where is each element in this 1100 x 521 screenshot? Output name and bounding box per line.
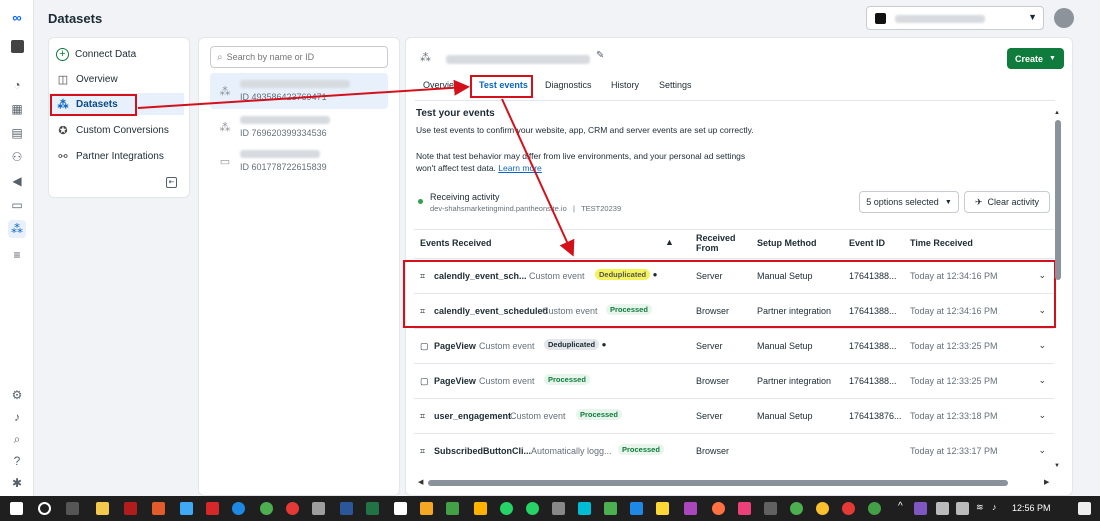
app-icon[interactable] [206, 502, 219, 515]
search-icon[interactable] [38, 502, 51, 515]
taskbar-clock[interactable]: 12:56 PM [1012, 503, 1051, 513]
word-icon[interactable] [340, 502, 353, 515]
edge-icon[interactable] [232, 502, 245, 515]
app-icon[interactable] [630, 502, 643, 515]
chrome-icon[interactable] [790, 502, 803, 515]
app-icon[interactable] [394, 502, 407, 515]
annotation-arrows [137, 79, 575, 257]
app-icon[interactable] [474, 502, 487, 515]
chrome-icon[interactable] [260, 502, 273, 515]
app-icon[interactable] [152, 502, 165, 515]
app-icon[interactable] [684, 502, 697, 515]
app-icon[interactable] [552, 502, 565, 515]
app-icon[interactable] [578, 502, 591, 515]
app-icon[interactable] [446, 502, 459, 515]
app-icon[interactable] [738, 502, 751, 515]
file-explorer-icon[interactable] [96, 502, 109, 515]
windows-taskbar: ^ ≋ ♪ 12:56 PM [0, 496, 1100, 521]
excel-icon[interactable] [366, 502, 379, 515]
app-icon[interactable] [124, 502, 137, 515]
tray-chevron-up-icon[interactable]: ^ [898, 501, 903, 512]
tray-icon[interactable] [914, 502, 927, 515]
app-icon[interactable] [656, 502, 669, 515]
notification-icon[interactable] [1078, 502, 1091, 515]
chrome-icon[interactable] [842, 502, 855, 515]
app-icon[interactable] [764, 502, 777, 515]
whatsapp-icon[interactable] [500, 502, 513, 515]
chrome-icon[interactable] [286, 502, 299, 515]
task-view-icon[interactable] [66, 502, 79, 515]
windows-start-icon[interactable] [10, 502, 23, 515]
app-icon[interactable] [420, 502, 433, 515]
app-icon[interactable] [180, 502, 193, 515]
wifi-icon[interactable]: ≋ [976, 502, 984, 513]
app-icon[interactable] [604, 502, 617, 515]
tray-icon[interactable] [936, 502, 949, 515]
app-icon[interactable] [312, 502, 325, 515]
battery-icon[interactable] [956, 502, 969, 515]
chrome-icon[interactable] [816, 502, 829, 515]
whatsapp-icon[interactable] [526, 502, 539, 515]
volume-icon[interactable]: ♪ [992, 502, 997, 512]
chrome-icon[interactable] [868, 502, 881, 515]
firefox-icon[interactable] [712, 502, 725, 515]
